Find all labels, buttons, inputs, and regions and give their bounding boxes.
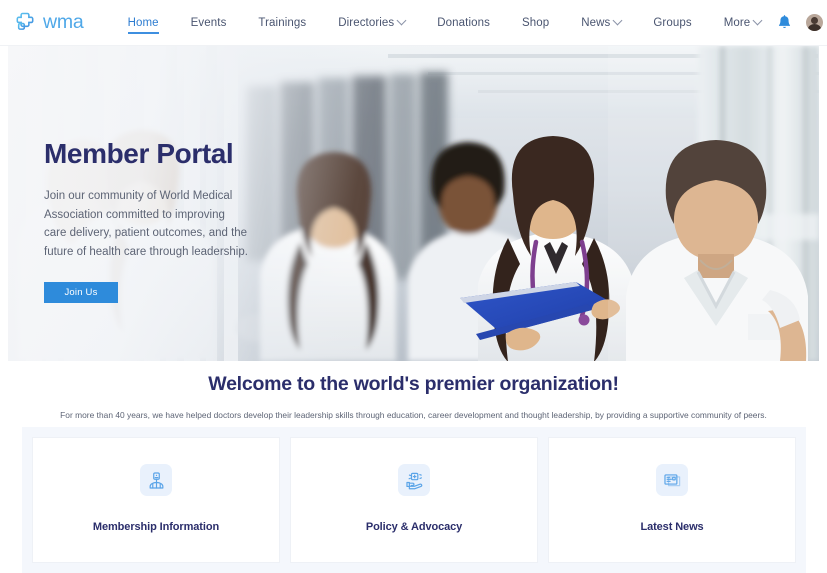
- nav-item-trainings[interactable]: Trainings: [242, 0, 322, 46]
- card-icon-background: [140, 464, 172, 496]
- nav-item-shop[interactable]: Shop: [506, 0, 565, 46]
- card-membership-information[interactable]: Membership Information: [32, 437, 280, 563]
- nav-label: News: [581, 16, 611, 29]
- nav-label: Directories: [338, 16, 395, 29]
- welcome-title: Welcome to the world's premier organizat…: [208, 373, 619, 395]
- nav-label: Shop: [521, 16, 550, 29]
- nav-item-groups[interactable]: Groups: [637, 0, 707, 46]
- hero-banner: Member Portal Join our community of Worl…: [8, 46, 819, 361]
- nav-label: Donations: [437, 16, 490, 29]
- chevron-down-icon: [752, 15, 763, 26]
- nav-label: Groups: [653, 16, 692, 29]
- main-navigation: Home Events Trainings Directories Donati…: [112, 0, 778, 46]
- nav-label: Events: [190, 16, 227, 29]
- nav-label: More: [723, 16, 751, 29]
- card-policy-advocacy[interactable]: Policy & Advocacy: [290, 437, 538, 563]
- feature-cards-panel: Membership Information Policy & Advocacy: [22, 427, 806, 573]
- site-header: wma Home Events Trainings Directories Do…: [0, 0, 827, 46]
- card-icon-background: [656, 464, 688, 496]
- card-label: Membership Information: [92, 521, 220, 533]
- nav-label: Trainings: [258, 16, 307, 29]
- nav-item-more[interactable]: More: [708, 0, 778, 46]
- news-cards-icon: [663, 473, 680, 486]
- member-portal-page: wma Home Events Trainings Directories Do…: [0, 0, 827, 573]
- chevron-down-icon: [396, 15, 407, 26]
- hero-subtitle: Join our community of World Medical Asso…: [44, 190, 248, 259]
- card-icon-background: [398, 464, 430, 496]
- user-avatar[interactable]: [806, 14, 824, 31]
- doctor-person-icon: [149, 471, 163, 489]
- medical-cross-logo-icon: [16, 12, 34, 30]
- welcome-subtitle: For more than 40 years, we have helped d…: [60, 410, 767, 420]
- nav-label: Home: [127, 16, 159, 29]
- brand-name: wma: [43, 10, 84, 33]
- brand-logo[interactable]: wma: [14, 12, 84, 34]
- hero-title: Member Portal: [44, 138, 234, 169]
- nav-item-donations[interactable]: Donations: [421, 0, 506, 46]
- join-us-button[interactable]: Join Us: [44, 281, 118, 303]
- welcome-section: Welcome to the world's premier organizat…: [8, 361, 819, 420]
- hero-content: Member Portal Join our community of Worl…: [44, 138, 294, 303]
- nav-item-events[interactable]: Events: [175, 0, 243, 46]
- chevron-down-icon: [612, 15, 623, 26]
- nav-item-home[interactable]: Home: [112, 0, 175, 46]
- card-label: Latest News: [640, 521, 704, 533]
- nav-item-directories[interactable]: Directories: [322, 0, 421, 46]
- header-actions: [777, 14, 824, 31]
- nav-item-news[interactable]: News: [565, 0, 637, 46]
- hand-holding-medical-icon: [405, 472, 422, 489]
- bell-icon[interactable]: [777, 14, 792, 31]
- card-latest-news[interactable]: Latest News: [548, 437, 796, 563]
- card-label: Policy & Advocacy: [365, 521, 463, 533]
